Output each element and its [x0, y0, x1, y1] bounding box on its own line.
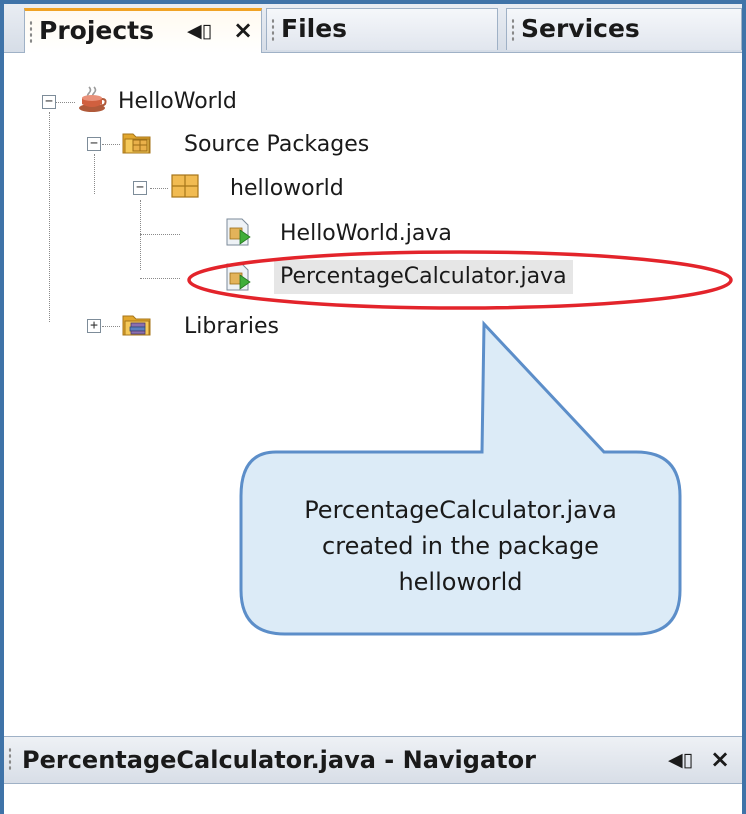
drag-grip-icon[interactable]	[8, 747, 12, 771]
callout-line-1: PercentageCalculator.java	[304, 496, 617, 524]
close-icon[interactable]: ×	[710, 741, 730, 777]
navigator-title: PercentageCalculator.java - Navigator	[22, 746, 536, 774]
navigator-panel-header: PercentageCalculator.java - Navigator ◀▯…	[4, 736, 742, 784]
callout-line-3: helloworld	[398, 568, 523, 596]
minimize-icon[interactable]: ◀▯	[668, 742, 693, 778]
annotation-overlay	[187, 250, 733, 636]
projects-window: Projects ◀▯ × Files Services − HelloWorl…	[0, 0, 746, 814]
highlight-ellipse	[187, 250, 733, 310]
callout-line-2: created in the package	[322, 532, 599, 560]
callout-text: PercentageCalculator.java created in the…	[241, 492, 680, 600]
